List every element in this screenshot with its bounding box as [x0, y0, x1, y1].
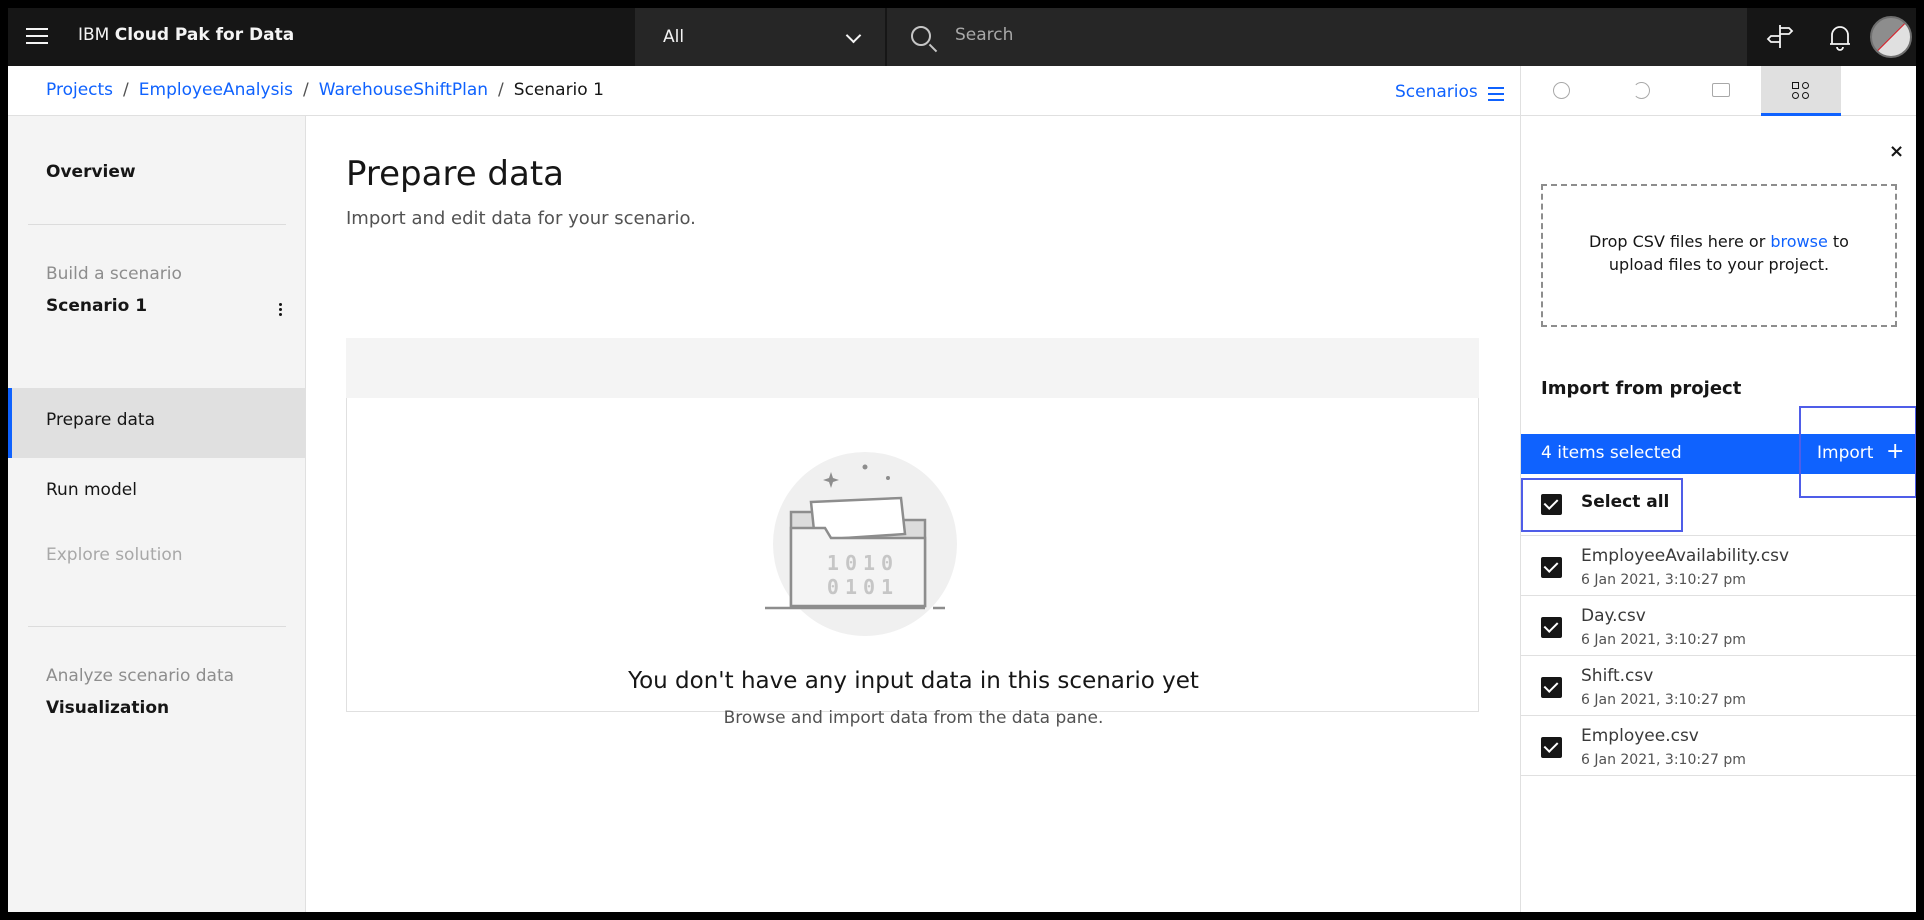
sidebar-item-visualization[interactable]: Visualization	[46, 698, 169, 718]
chevron-down-icon	[845, 27, 862, 44]
sidebar-item-overview[interactable]: Overview	[46, 162, 136, 182]
breadcrumb-warehouseshiftplan[interactable]: WarehouseShiftPlan	[319, 80, 488, 100]
file-checkbox[interactable]	[1541, 617, 1562, 638]
notification-bell-icon[interactable]	[1810, 8, 1870, 66]
search-input[interactable]: Search	[887, 8, 1747, 66]
tab-information[interactable]	[1521, 66, 1601, 116]
scope-value: All	[663, 27, 685, 47]
search-scope-dropdown[interactable]: All	[635, 8, 885, 66]
search-placeholder: Search	[955, 25, 1014, 45]
empty-state-title: You don't have any input data in this sc…	[628, 668, 1199, 694]
file-date: 6 Jan 2021, 3:10:27 pm	[1581, 692, 1746, 708]
file-checkbox[interactable]	[1541, 677, 1562, 698]
side-panel-tabs	[1520, 66, 1916, 116]
file-date: 6 Jan 2021, 3:10:27 pm	[1581, 752, 1746, 768]
comment-icon	[1712, 83, 1730, 97]
list-icon[interactable]	[1488, 87, 1504, 101]
file-name: Day.csv	[1581, 606, 1646, 626]
tab-comments[interactable]	[1681, 66, 1761, 116]
csv-dropzone[interactable]: Drop CSV files here or browse to upload …	[1541, 184, 1897, 327]
page-subtitle: Import and edit data for your scenario.	[346, 208, 696, 229]
build-scenario-label: Build a scenario	[46, 264, 182, 284]
breadcrumb-projects[interactable]: Projects	[46, 80, 113, 100]
breadcrumb-separator: /	[123, 80, 129, 100]
file-date: 6 Jan 2021, 3:10:27 pm	[1581, 572, 1746, 588]
file-date: 6 Jan 2021, 3:10:27 pm	[1581, 632, 1746, 648]
dropzone-text-to: to	[1832, 232, 1849, 251]
breadcrumb-bar: Projects / EmployeeAnalysis / WarehouseS…	[8, 66, 1520, 116]
empty-state: 1010 0101 You don't have any input data …	[346, 398, 1479, 728]
file-row[interactable]: Shift.csv 6 Jan 2021, 3:10:27 pm	[1521, 656, 1916, 716]
data-assets-icon	[1792, 82, 1810, 100]
close-icon[interactable]: ×	[1889, 143, 1905, 161]
file-row[interactable]: EmployeeAvailability.csv 6 Jan 2021, 3:1…	[1521, 536, 1916, 596]
select-all-highlight-box	[1521, 478, 1683, 532]
file-checkbox[interactable]	[1541, 557, 1562, 578]
analyze-label: Analyze scenario data	[46, 666, 235, 686]
file-name: Employee.csv	[1581, 726, 1699, 746]
illustration-bits-row-1: 1010	[827, 551, 899, 575]
search-icon	[911, 26, 931, 46]
file-name: Shift.csv	[1581, 666, 1654, 686]
breadcrumb-employeeanalysis[interactable]: EmployeeAnalysis	[139, 80, 293, 100]
file-checkbox[interactable]	[1541, 737, 1562, 758]
tab-data[interactable]	[1761, 66, 1841, 116]
file-name: EmployeeAvailability.csv	[1581, 546, 1790, 566]
breadcrumb-separator: /	[303, 80, 309, 100]
info-icon	[1553, 82, 1570, 99]
history-icon	[1633, 82, 1650, 99]
dropzone-text-upload: upload files to your project.	[1608, 255, 1830, 274]
sidebar-item-run-model[interactable]: Run model	[46, 480, 137, 500]
file-row[interactable]: Day.csv 6 Jan 2021, 3:10:27 pm	[1521, 596, 1916, 656]
dropzone-text: Drop CSV files here or	[1589, 232, 1766, 251]
product-brand[interactable]: IBM Cloud Pak for Data	[78, 25, 294, 45]
divider	[28, 224, 286, 225]
sidebar-item-scenario[interactable]: Scenario 1	[46, 296, 147, 316]
file-row[interactable]: Employee.csv 6 Jan 2021, 3:10:27 pm	[1521, 716, 1916, 776]
app-window: IBM Cloud Pak for Data All Search Projec…	[8, 8, 1916, 912]
import-from-project-heading: Import from project	[1541, 378, 1742, 399]
signpost-icon[interactable]	[1750, 8, 1810, 66]
scenario-sidebar: Overview Build a scenario Scenario 1 Pre…	[8, 116, 306, 912]
data-table-header	[346, 338, 1479, 398]
user-avatar[interactable]	[1870, 16, 1912, 58]
hamburger-menu-icon[interactable]	[26, 28, 48, 46]
illustration-bits-row-2: 0101	[827, 575, 899, 599]
sidebar-item-prepare-data-label: Prepare data	[46, 410, 156, 430]
tab-history[interactable]	[1601, 66, 1681, 116]
sidebar-item-explore-solution: Explore solution	[46, 545, 183, 565]
browse-link[interactable]: browse	[1770, 232, 1827, 251]
data-pane: × Drop CSV files here or browse to uploa…	[1520, 116, 1916, 912]
breadcrumb-separator: /	[498, 80, 504, 100]
main-content: Prepare data Import and edit data for yo…	[306, 116, 1520, 912]
breadcrumb-current: Scenario 1	[513, 80, 604, 100]
empty-folder-illustration: 1010 0101	[765, 448, 965, 638]
divider	[28, 626, 286, 627]
page-title: Prepare data	[346, 154, 565, 194]
scenarios-link[interactable]: Scenarios	[1395, 82, 1478, 102]
brand-prefix: IBM	[78, 25, 110, 45]
empty-state-subtitle: Browse and import data from the data pan…	[723, 708, 1104, 728]
selected-count: 4 items selected	[1541, 443, 1682, 463]
brand-name: Cloud Pak for Data	[114, 25, 295, 45]
top-header: IBM Cloud Pak for Data All Search	[8, 8, 1916, 66]
breadcrumb: Projects / EmployeeAnalysis / WarehouseS…	[46, 80, 604, 100]
overflow-menu-icon[interactable]	[279, 303, 283, 319]
